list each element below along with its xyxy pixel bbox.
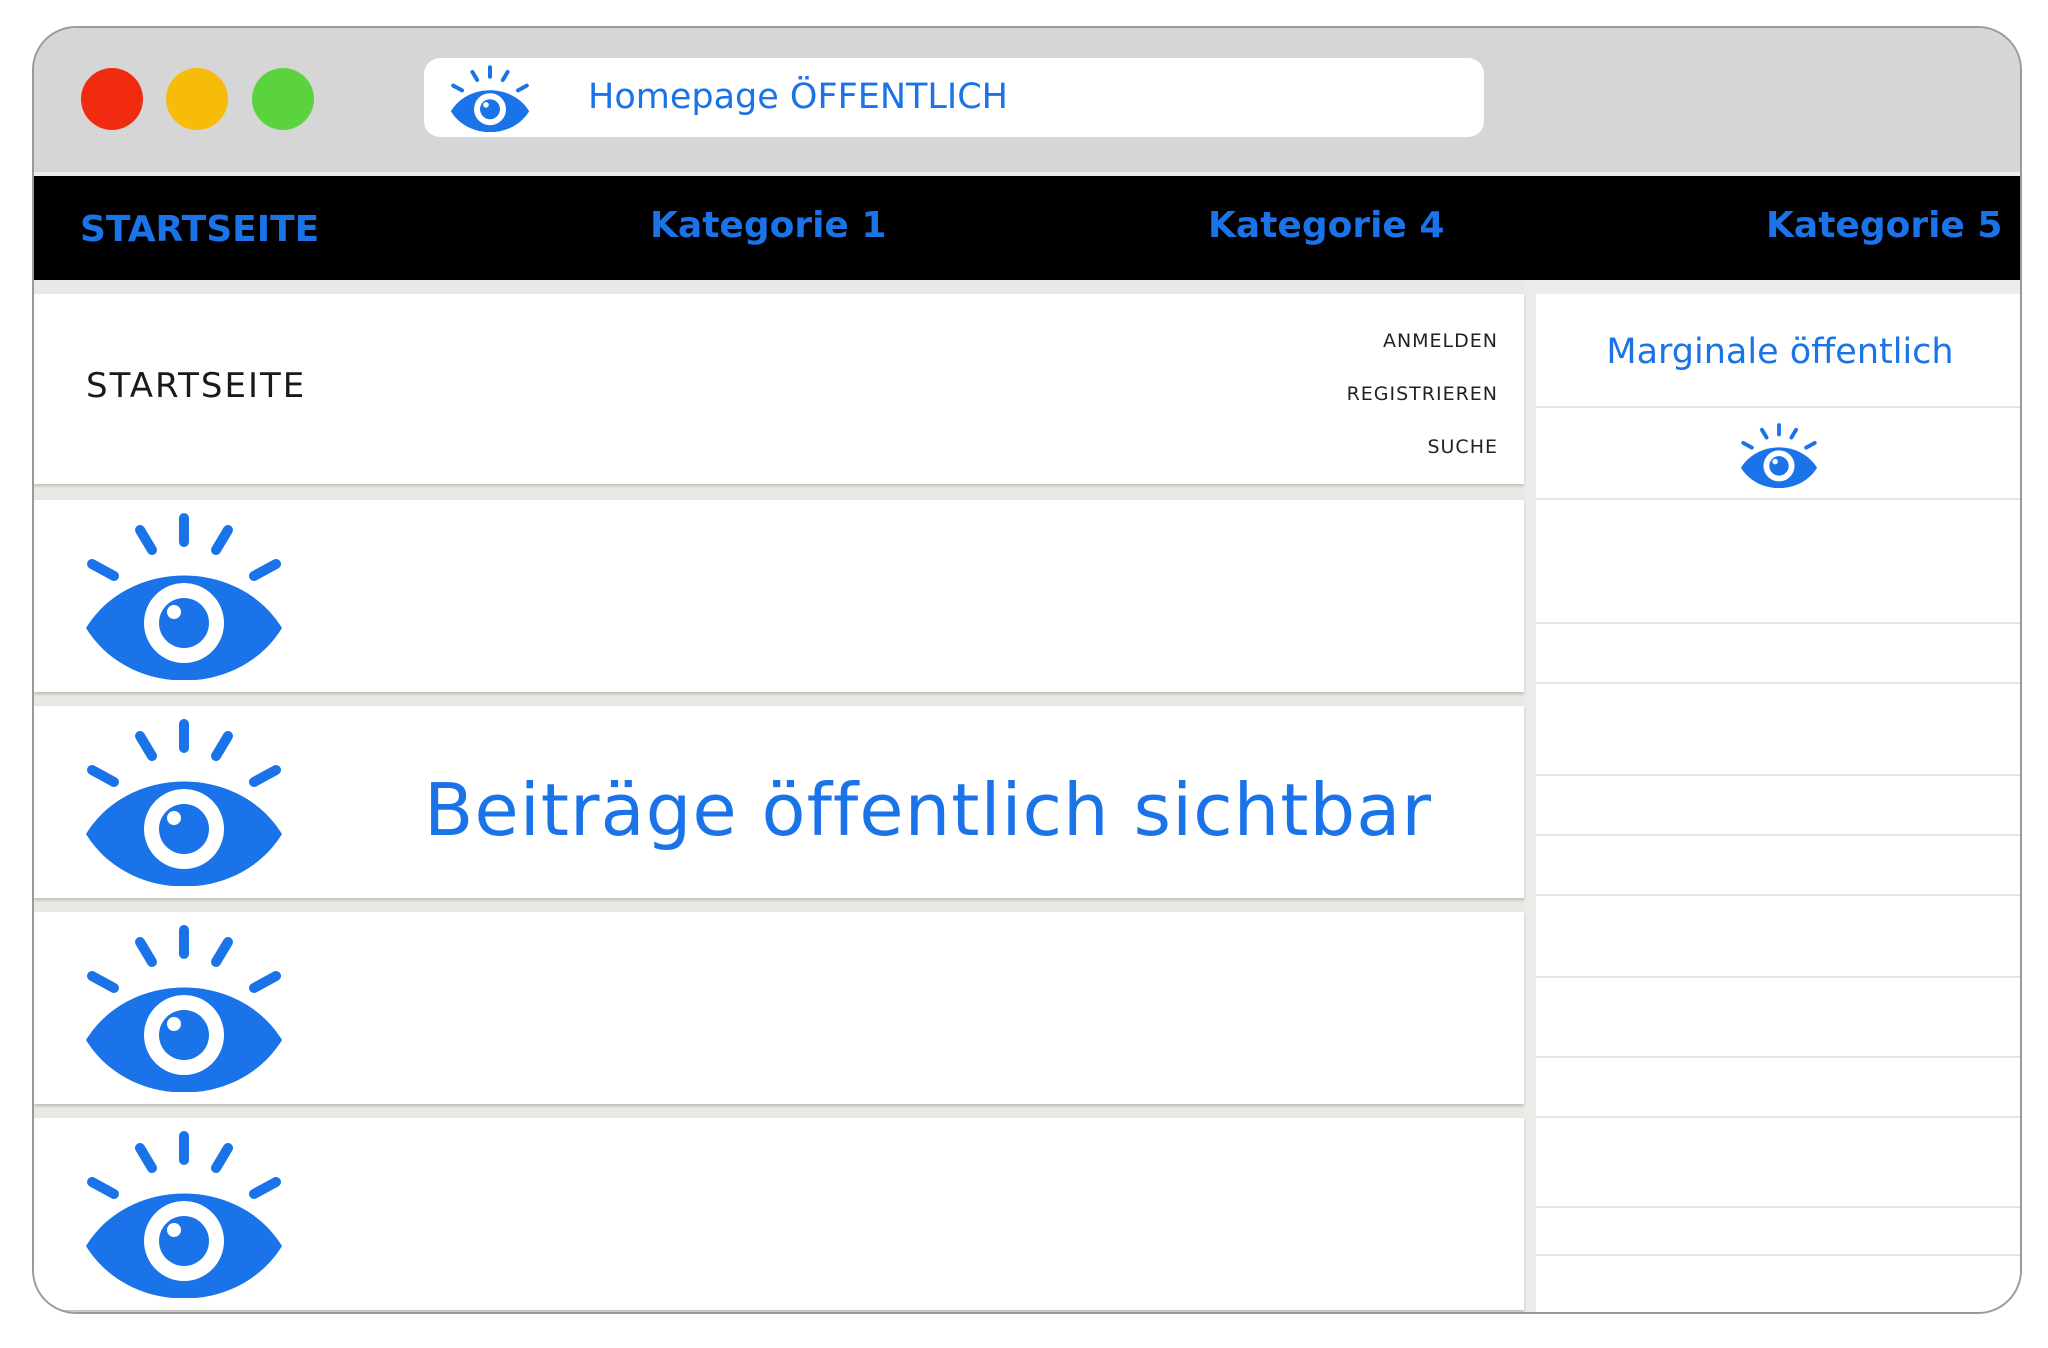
post-card[interactable]: Beiträge öffentlich sichtbar — [34, 706, 1524, 898]
sidebar-divider — [1536, 1116, 2020, 1118]
minimize-window-button[interactable] — [166, 68, 228, 130]
sidebar-title: Marginale öffentlich — [1606, 332, 1954, 372]
main-navigation: STARTSEITE Kategorie 1 Kategorie 4 Kateg… — [34, 176, 2020, 280]
sidebar-divider — [1536, 406, 2020, 408]
nav-item-startseite[interactable]: STARTSEITE — [80, 180, 319, 280]
address-title: Homepage ÖFFENTLICH — [588, 77, 1008, 117]
sidebar-divider — [1536, 498, 2020, 500]
post-card[interactable] — [34, 1118, 1524, 1310]
sidebar: Marginale öffentlich — [1536, 294, 2020, 1312]
sidebar-divider — [1536, 774, 2020, 776]
nav-item-kategorie-4[interactable]: Kategorie 4 — [1208, 176, 1444, 276]
sidebar-divider — [1536, 1254, 2020, 1256]
post-card[interactable] — [34, 500, 1524, 692]
sidebar-divider — [1536, 894, 2020, 896]
nav-item-kategorie-5[interactable]: Kategorie 5 — [1766, 176, 2002, 276]
address-bar[interactable]: Homepage ÖFFENTLICH — [424, 58, 1484, 137]
login-link[interactable]: ANMELDEN — [1383, 330, 1498, 352]
title-bar: Homepage ÖFFENTLICH — [34, 28, 2020, 172]
eye-icon — [1737, 422, 1821, 488]
sidebar-divider — [1536, 1206, 2020, 1208]
maximize-window-button[interactable] — [252, 68, 314, 130]
browser-window: Homepage ÖFFENTLICH STARTSEITE Kategorie… — [32, 26, 2022, 1314]
sidebar-divider — [1536, 976, 2020, 978]
post-card[interactable] — [34, 912, 1524, 1104]
eye-icon — [82, 922, 286, 1092]
eye-icon — [82, 1128, 286, 1298]
nav-item-kategorie-1[interactable]: Kategorie 1 — [650, 176, 886, 276]
register-link[interactable]: REGISTRIEREN — [1347, 383, 1498, 405]
page-title: STARTSEITE — [86, 366, 307, 406]
eye-icon — [82, 716, 286, 886]
posts-headline: Beiträge öffentlich sichtbar — [424, 768, 1432, 852]
sidebar-divider — [1536, 682, 2020, 684]
close-window-button[interactable] — [81, 68, 143, 130]
page-header: STARTSEITE ANMELDEN REGISTRIEREN SUCHE — [34, 294, 1524, 484]
sidebar-divider — [1536, 834, 2020, 836]
sidebar-divider — [1536, 1056, 2020, 1058]
search-link[interactable]: SUCHE — [1427, 436, 1498, 458]
eye-icon — [450, 64, 530, 132]
eye-icon — [82, 510, 286, 680]
sidebar-divider — [1536, 622, 2020, 624]
